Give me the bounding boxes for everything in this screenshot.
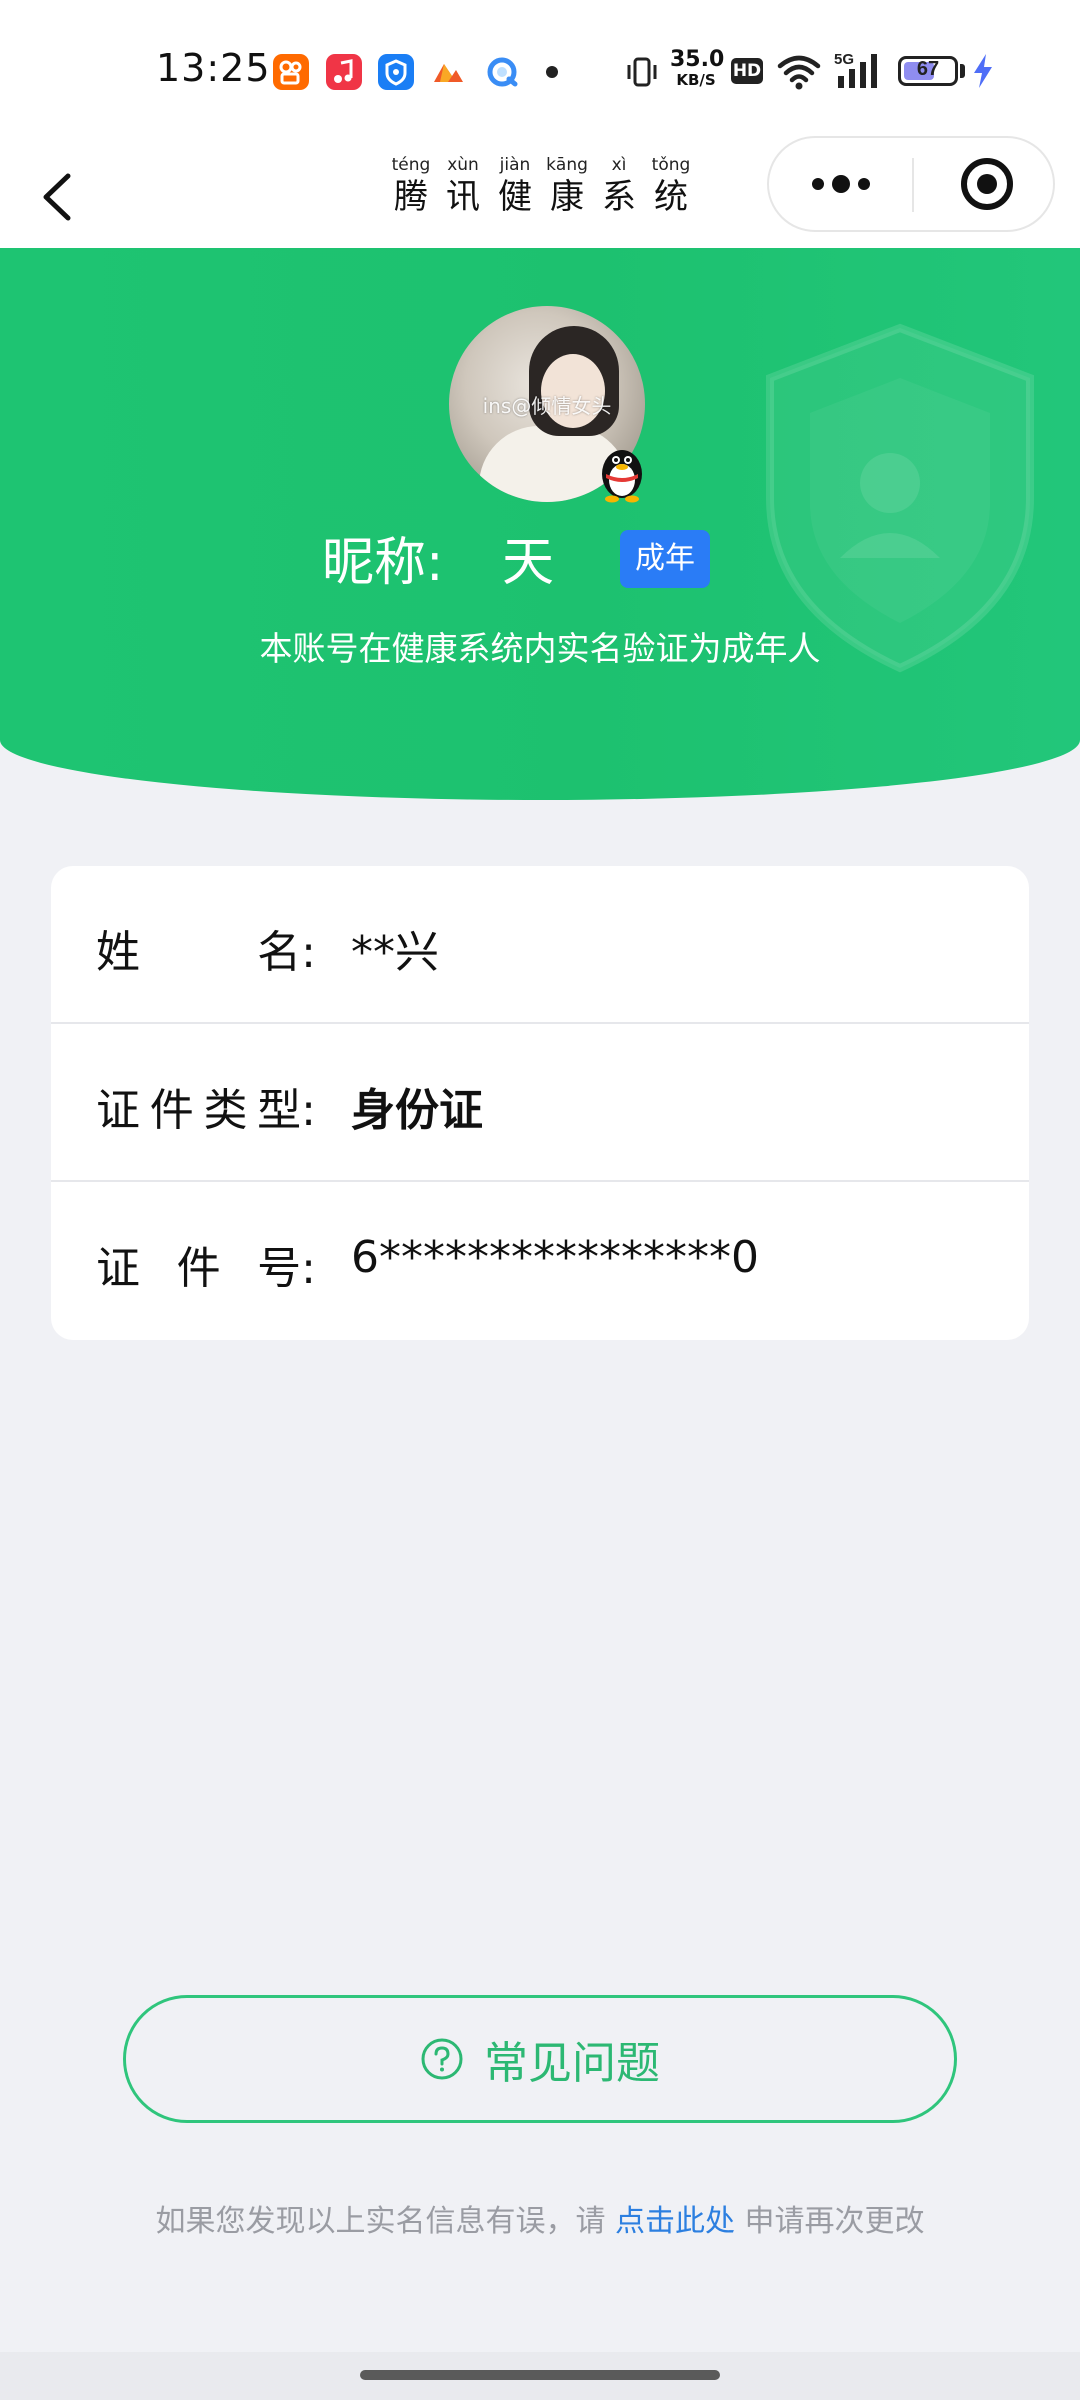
title-pinyin: téng — [391, 155, 431, 175]
hd-badge: HD — [731, 58, 763, 84]
nickname-row: 昵称: 天 成年 — [0, 516, 1080, 596]
title-pinyin: xì — [611, 155, 627, 175]
battery-icon: 67 — [898, 56, 958, 86]
title-char: téng 腾 — [390, 154, 432, 218]
correction-note-text: 如果您发现以上实名信息有误，请 — [155, 2204, 615, 2239]
back-button[interactable] — [30, 160, 90, 230]
title-char: tǒng 统 — [650, 154, 692, 218]
id-type-row: 证 件 类 型: 身份证 — [51, 1024, 1029, 1182]
label-char: 类 — [203, 1085, 248, 1136]
identity-info-card: 姓 名: **兴 证 件 类 型: 身份证 证 件 号: 6**********… — [51, 866, 1029, 1340]
name-value: **兴 — [351, 927, 439, 978]
title-hanzi: 系 — [602, 177, 636, 217]
label-char: 型: — [257, 1085, 316, 1136]
verification-status-text: 本账号在健康系统内实名验证为成年人 — [259, 629, 821, 668]
avatar-watermark: ins@倾情女头 — [482, 394, 612, 418]
title-pinyin: xùn — [447, 155, 479, 175]
browser-app-icon — [484, 54, 520, 90]
correction-note-suffix: 申请再次更改 — [735, 2204, 925, 2239]
status-time: 13:25 — [156, 46, 271, 90]
vibrate-icon — [624, 54, 660, 90]
battery-cap — [960, 64, 965, 78]
close-mini-program-button[interactable] — [914, 138, 1053, 230]
game-app-icon — [430, 54, 466, 90]
title-hanzi: 腾 — [394, 177, 428, 217]
title-pinyin: tǒng — [651, 155, 691, 175]
label-char: 证 — [96, 1085, 140, 1136]
name-label: 姓 名: — [96, 916, 316, 980]
title-char: jiàn 健 — [494, 154, 536, 218]
title-hanzi: 统 — [654, 177, 688, 217]
kuaishou-app-icon — [273, 54, 309, 90]
id-type-label: 证 件 类 型: — [96, 1074, 316, 1138]
music-app-icon — [326, 54, 362, 90]
more-options-button[interactable] — [769, 138, 912, 230]
chevron-left-icon — [43, 173, 71, 221]
page-title: téng 腾 xùn 讯 jiàn 健 kāng 康 xì 系 tǒng 统 — [390, 154, 692, 218]
signal-icon: 5G — [834, 50, 884, 92]
label-char: 号: — [257, 1243, 316, 1294]
security-app-icon — [378, 54, 414, 90]
mini-program-capsule — [767, 136, 1055, 232]
question-circle-icon — [421, 2038, 463, 2080]
faq-label: 常见问题 — [484, 2038, 660, 2089]
label-char: 件 — [176, 1243, 221, 1294]
net-speed: 35.0 KB/S — [670, 47, 725, 90]
more-notifications-dot — [546, 66, 558, 78]
title-char: xì 系 — [598, 154, 640, 218]
adult-status-badge: 成年 — [620, 530, 710, 588]
id-number-row: 证 件 号: 6****************0 — [51, 1182, 1029, 1338]
net-speed-unit: KB/S — [676, 71, 716, 89]
nickname-label: 昵称: — [322, 533, 444, 593]
network-type-label: 5G — [834, 51, 854, 68]
click-here-link[interactable]: 点击此处 — [615, 2204, 735, 2239]
battery-level: 67 — [916, 58, 940, 80]
id-number-value: 6****************0 — [351, 1232, 759, 1283]
label-char: 证 — [96, 1243, 140, 1294]
home-indicator[interactable] — [360, 2370, 720, 2380]
name-row: 姓 名: **兴 — [51, 866, 1029, 1024]
label-char: 件 — [149, 1085, 194, 1136]
correction-note: 如果您发现以上实名信息有误，请 点击此处 申请再次更改 — [0, 2196, 1080, 2240]
target-circle-icon — [961, 158, 1013, 210]
net-speed-value: 35.0 — [670, 47, 725, 72]
title-char: kāng 康 — [546, 154, 588, 218]
faq-button[interactable]: 常见问题 — [123, 1995, 957, 2123]
label-char: 名: — [257, 927, 316, 978]
title-char: xùn 讯 — [442, 154, 484, 218]
title-hanzi: 讯 — [446, 177, 480, 217]
more-dots-icon — [812, 175, 870, 193]
id-type-value: 身份证 — [351, 1085, 483, 1136]
label-char: 姓 — [96, 927, 140, 978]
status-bar: 13:25 35.0 KB/S HD 5G 67 — [0, 0, 1080, 140]
title-hanzi: 健 — [498, 177, 532, 217]
title-pinyin: kāng — [546, 155, 588, 175]
title-pinyin: jiàn — [499, 155, 531, 175]
nickname-value: 天 — [502, 533, 555, 593]
qq-penguin-icon — [602, 450, 642, 503]
title-hanzi: 康 — [550, 177, 584, 217]
wifi-icon — [776, 52, 822, 92]
id-number-label: 证 件 号: — [96, 1232, 316, 1296]
charging-icon — [972, 54, 994, 88]
